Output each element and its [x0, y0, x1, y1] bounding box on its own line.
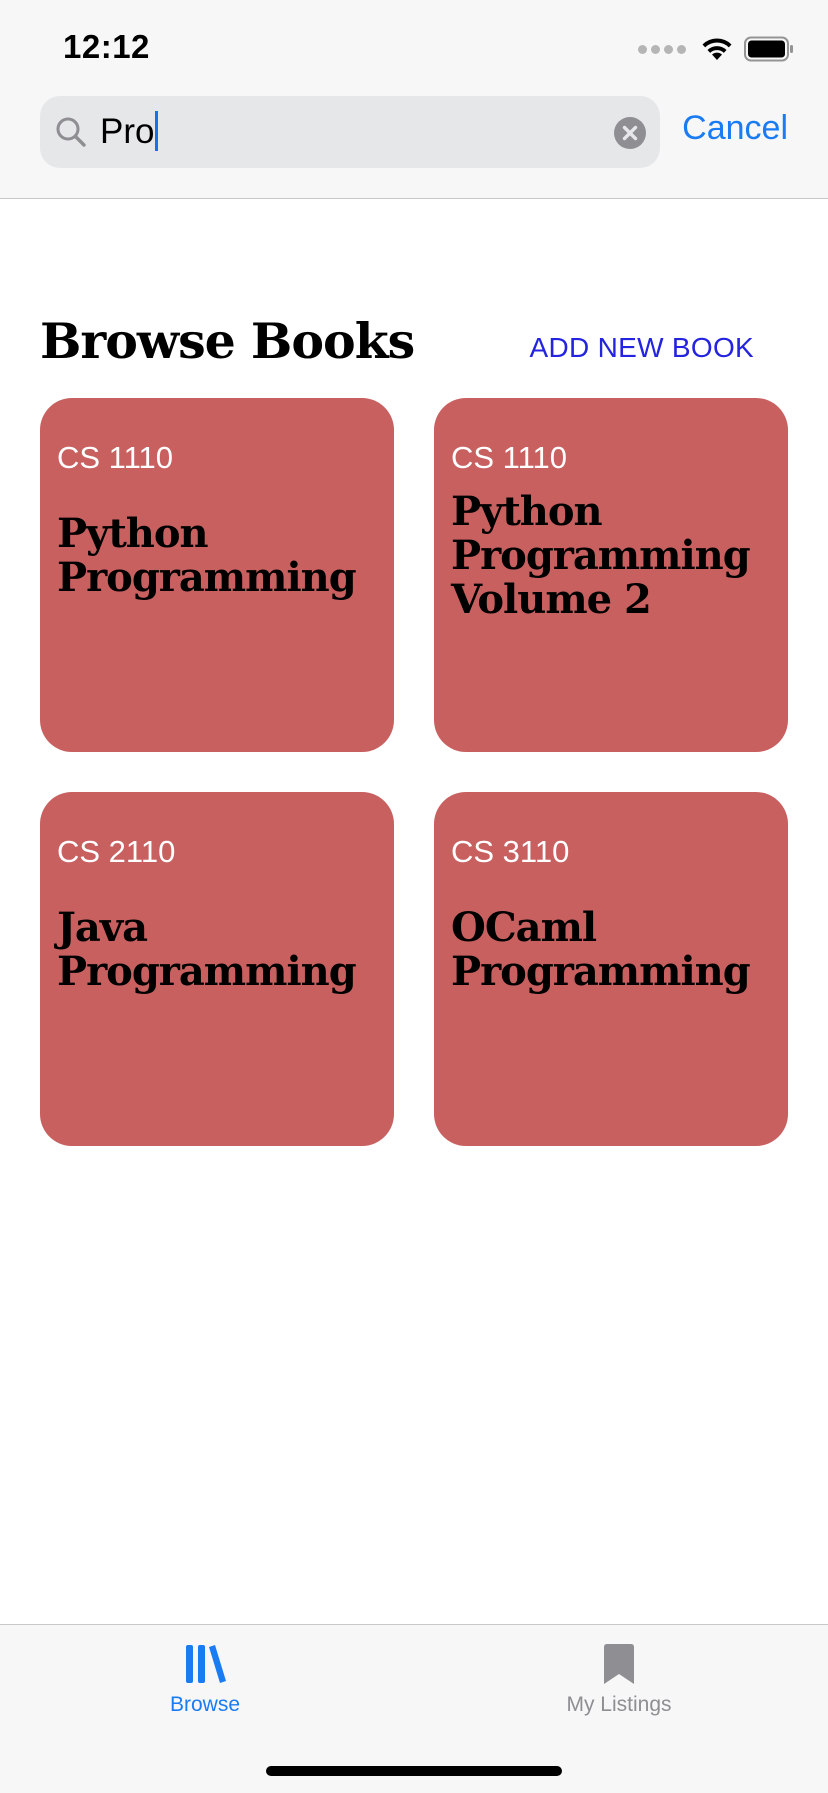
book-card[interactable]: CS 2110 Java Programming	[40, 792, 394, 1146]
search-input[interactable]: Pro	[100, 96, 159, 168]
add-new-book-button[interactable]: ADD NEW BOOK	[529, 332, 754, 364]
book-title: OCaml Programming	[451, 904, 751, 995]
search-field[interactable]: Pro	[40, 96, 660, 168]
book-card[interactable]: CS 1110 Python Programming Volume 2	[434, 398, 788, 752]
battery-icon	[744, 36, 793, 62]
book-card[interactable]: CS 3110 OCaml Programming	[434, 792, 788, 1146]
book-card[interactable]: CS 1110 Python Programming	[40, 398, 394, 752]
clear-search-button[interactable]	[614, 117, 646, 149]
cellular-signal-icon	[638, 44, 686, 54]
status-icons	[638, 36, 794, 62]
clear-icon	[622, 125, 638, 141]
home-indicator[interactable]	[266, 1766, 562, 1776]
page-title: Browse Books	[40, 312, 415, 370]
search-icon	[56, 117, 86, 147]
tab-my-listings[interactable]: My Listings	[519, 1643, 719, 1717]
status-time: 12:12	[63, 28, 150, 65]
bookmark-icon	[604, 1644, 634, 1684]
book-title: Python Programming	[57, 510, 357, 601]
text-cursor	[155, 110, 159, 151]
book-course: CS 1110	[451, 440, 568, 475]
cancel-button[interactable]: Cancel	[682, 109, 788, 148]
book-course: CS 3110	[451, 834, 570, 869]
book-title: Python Programming Volume 2	[451, 488, 751, 623]
tab-label: Browse	[169, 1693, 241, 1716]
tab-label: My Listings	[566, 1693, 672, 1716]
top-bar: 12:12 Pro Cancel	[0, 0, 828, 199]
search-query-text: Pro	[100, 112, 155, 151]
books-icon	[186, 1645, 226, 1683]
wifi-icon	[702, 38, 732, 60]
tab-browse[interactable]: Browse	[105, 1643, 305, 1717]
book-course: CS 1110	[57, 440, 174, 475]
book-title: Java Programming	[57, 904, 357, 995]
book-course: CS 2110	[57, 834, 176, 869]
